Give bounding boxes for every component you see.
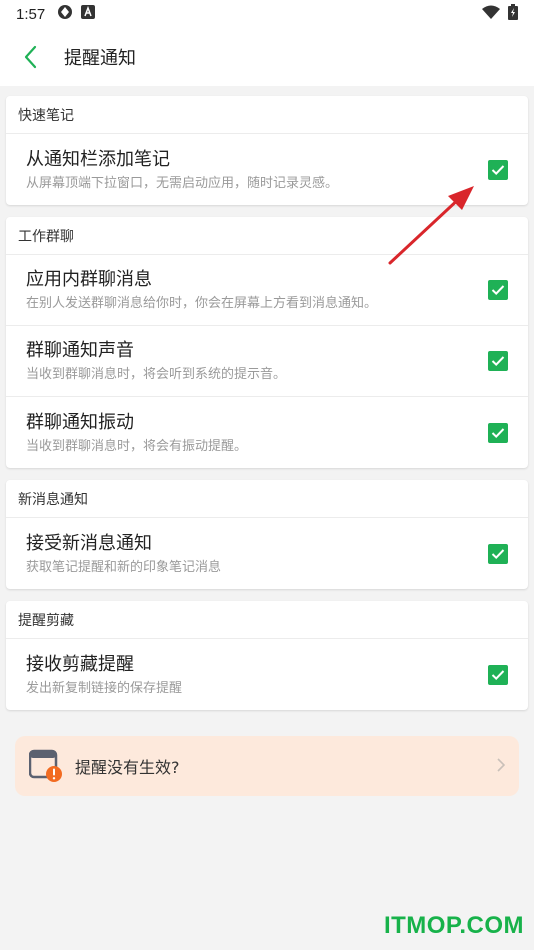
setting-title: 接受新消息通知 [26, 532, 152, 554]
setting-title: 接收剪藏提醒 [26, 653, 134, 675]
section-header: 工作群聊 [6, 217, 528, 255]
app-notification-icon [57, 4, 73, 24]
setting-title: 群聊通知振动 [26, 411, 134, 433]
checkbox-receive-clip-reminders[interactable] [488, 664, 508, 685]
font-notification-icon [81, 5, 96, 23]
chevron-left-icon [24, 45, 37, 69]
checkbox-accept-new-message-notifications[interactable] [488, 543, 508, 564]
setting-row-group-notification-vibration[interactable]: 群聊通知振动 当收到群聊消息时，将会有振动提醒。 [6, 397, 528, 468]
reminder-not-working-card[interactable]: 提醒没有生效? [15, 736, 519, 796]
setting-title: 从通知栏添加笔记 [26, 148, 170, 170]
checkmark-icon [491, 164, 505, 175]
setting-subtitle: 获取笔记提醒和新的印象笔记消息 [26, 559, 222, 575]
section-new-message-notifications: 新消息通知 接受新消息通知 获取笔记提醒和新的印象笔记消息 [6, 480, 528, 589]
section-header: 新消息通知 [6, 480, 528, 518]
back-button[interactable] [0, 28, 60, 86]
status-bar: 1:57 [0, 0, 534, 28]
checkbox-add-note-from-notification[interactable] [488, 159, 508, 180]
settings-list: 快速笔记 从通知栏添加笔记 从屏幕顶端下拉窗口，无需启动应用，随时记录灵感。 工… [0, 96, 534, 710]
checkmark-icon [491, 427, 505, 438]
notification-warning-icon [29, 749, 62, 782]
checkmark-icon [491, 669, 505, 680]
wifi-icon [482, 5, 500, 23]
checkmark-icon [491, 285, 505, 296]
setting-row-add-note-from-notification[interactable]: 从通知栏添加笔记 从屏幕顶端下拉窗口，无需启动应用，随时记录灵感。 [6, 134, 528, 205]
checkmark-icon [491, 548, 505, 559]
status-time: 1:57 [16, 5, 46, 23]
section-work-group-chat: 工作群聊 应用内群聊消息 在别人发送群聊消息给你时，你会在屏幕上方看到消息通知。… [6, 217, 528, 468]
section-header: 快速笔记 [6, 96, 528, 134]
battery-charging-icon [508, 4, 518, 24]
setting-row-group-notification-sound[interactable]: 群聊通知声音 当收到群聊消息时，将会听到系统的提示音。 [6, 326, 528, 397]
setting-subtitle: 当收到群聊消息时，将会有振动提醒。 [26, 438, 248, 454]
section-clip-reminders: 提醒剪藏 接收剪藏提醒 发出新复制链接的保存提醒 [6, 601, 528, 710]
setting-subtitle: 从屏幕顶端下拉窗口，无需启动应用，随时记录灵感。 [26, 175, 339, 191]
setting-row-receive-clip-reminders[interactable]: 接收剪藏提醒 发出新复制链接的保存提醒 [6, 639, 528, 710]
help-label: 提醒没有生效? [75, 758, 180, 777]
setting-row-accept-new-message-notifications[interactable]: 接受新消息通知 获取笔记提醒和新的印象笔记消息 [6, 518, 528, 589]
checkbox-group-notification-sound[interactable] [488, 351, 508, 371]
section-header: 提醒剪藏 [6, 601, 528, 639]
chevron-right-icon [497, 756, 506, 777]
setting-subtitle: 在别人发送群聊消息给你时，你会在屏幕上方看到消息通知。 [26, 296, 378, 311]
checkbox-in-app-group-messages[interactable] [488, 280, 508, 300]
setting-title: 群聊通知声音 [26, 340, 134, 361]
setting-row-in-app-group-messages[interactable]: 应用内群聊消息 在别人发送群聊消息给你时，你会在屏幕上方看到消息通知。 [6, 255, 528, 326]
app-bar: 提醒通知 [0, 28, 534, 86]
setting-subtitle: 当收到群聊消息时，将会听到系统的提示音。 [26, 367, 287, 382]
setting-title: 应用内群聊消息 [26, 269, 152, 290]
setting-subtitle: 发出新复制链接的保存提醒 [26, 680, 183, 696]
checkmark-icon [491, 356, 505, 367]
section-quick-notes: 快速笔记 从通知栏添加笔记 从屏幕顶端下拉窗口，无需启动应用，随时记录灵感。 [6, 96, 528, 205]
checkbox-group-notification-vibration[interactable] [488, 422, 508, 443]
watermark: ITMOP.COM [383, 912, 524, 939]
page-title: 提醒通知 [64, 48, 136, 69]
